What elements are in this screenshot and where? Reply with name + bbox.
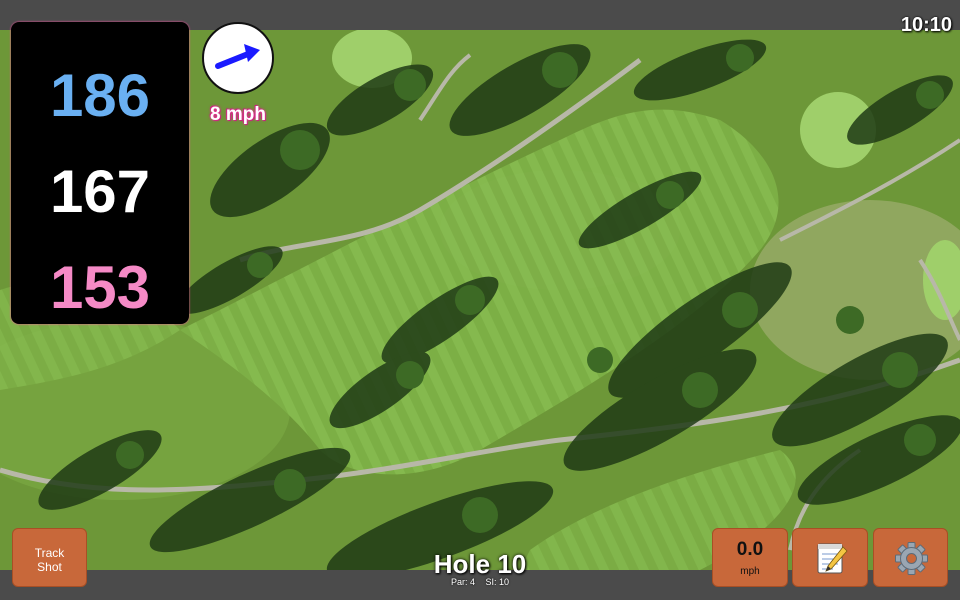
wind-speed: 8 mph xyxy=(210,104,266,125)
hole-stroke-index: SI: 10 xyxy=(485,577,510,587)
gear-icon xyxy=(895,542,928,575)
middle-distance: 167 xyxy=(49,158,151,225)
track-shot-label-line1: Track xyxy=(34,546,65,560)
distance-panel: 186 167 153 xyxy=(11,22,189,324)
speed-value: 0.0 xyxy=(736,539,764,560)
arrow-icon xyxy=(215,44,260,69)
back-distance: 186 xyxy=(49,62,151,129)
hole-title: Hole 10 xyxy=(433,549,527,579)
settings-button[interactable] xyxy=(873,528,948,587)
speed-button[interactable]: 0.0 mph xyxy=(712,528,788,587)
front-distance: 153 xyxy=(49,254,151,321)
wind-indicator[interactable] xyxy=(202,22,274,94)
hole-info: Par: 4 SI: 10 xyxy=(380,577,580,587)
speed-unit: mph xyxy=(740,566,760,577)
notepad-icon xyxy=(817,543,848,574)
notes-button[interactable] xyxy=(792,528,868,587)
hole-par: Par: 4 xyxy=(450,577,475,587)
track-shot-button[interactable]: Track Shot xyxy=(12,528,87,587)
clock: 10:10 xyxy=(900,14,952,36)
track-shot-label-line2: Shot xyxy=(37,560,62,574)
